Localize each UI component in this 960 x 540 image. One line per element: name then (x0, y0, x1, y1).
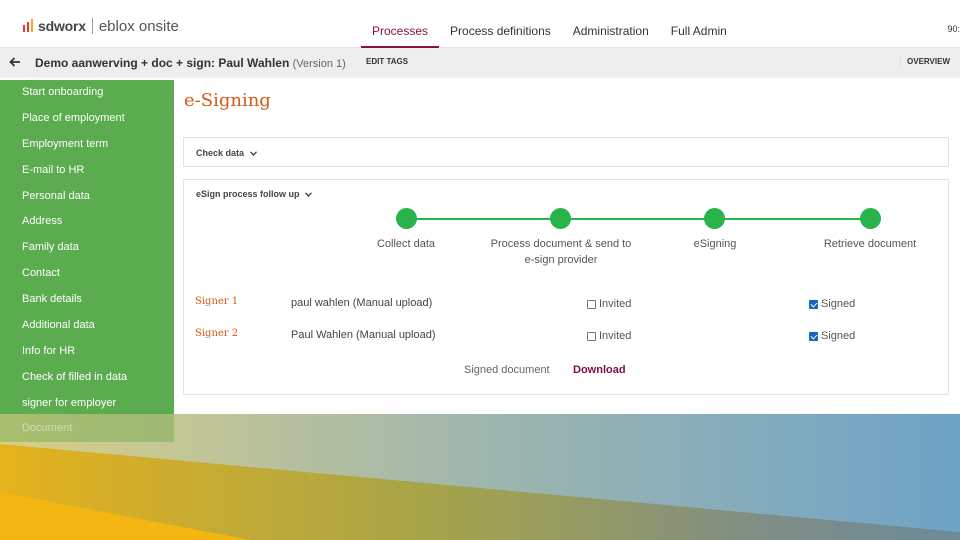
checkbox-box-checked[interactable] (809, 299, 818, 309)
signer-label: Signer 2 (195, 328, 239, 339)
sidebar-item-personal-data[interactable]: Personal data (0, 184, 174, 210)
checkbox-label: Invited (599, 298, 632, 310)
nav-processes[interactable]: Processes (361, 0, 440, 48)
signer-row: Signer 1 paul wahlen (Manual upload) Inv… (184, 294, 950, 314)
check-data-label: Check data (196, 148, 245, 158)
checkbox-box[interactable] (587, 299, 596, 309)
sidebar-item-document[interactable]: Document (0, 414, 174, 442)
overview-button[interactable]: OVERVIEW (900, 57, 960, 66)
step-label-line: Retrieve document (823, 238, 917, 250)
page-title: e-Signing (184, 90, 271, 111)
sidebar-item-additional-data[interactable]: Additional data (0, 313, 174, 339)
step-label-esigning: eSigning (655, 236, 775, 252)
step-label-line: e-sign provider (524, 254, 598, 266)
logo-mark-icon (23, 19, 33, 32)
checkbox-label: Invited (599, 330, 632, 342)
main-content: e-Signing Check data eSign process follo… (174, 80, 960, 414)
step-dot-esigning (704, 208, 725, 229)
checkbox-label: Signed (821, 298, 856, 310)
step-dot-retrieve-document (860, 208, 881, 229)
nav-full-admin[interactable]: Full Admin (660, 0, 738, 48)
sidebar-item-signer-for-employer[interactable]: signer for employer (0, 391, 174, 417)
check-data-section: Check data (183, 137, 949, 167)
esign-stepper: Collect data Process document & send to … (184, 180, 950, 280)
step-label-line: eSigning (693, 238, 737, 250)
sidebar-item-start-onboarding[interactable]: Start onboarding (0, 80, 174, 106)
product-name: eblox onsite (98, 17, 179, 35)
download-link[interactable]: Download (573, 364, 626, 376)
process-version: (Version 1) (292, 58, 346, 70)
checkbox-label: Signed (821, 330, 856, 342)
sidebar-item-place-of-employment[interactable]: Place of employment (0, 106, 174, 132)
sidebar-item-family-data[interactable]: Family data (0, 235, 174, 261)
step-label-collect-data: Collect data (346, 236, 466, 252)
back-arrow-icon[interactable] (8, 55, 22, 69)
checkbox-box-checked[interactable] (809, 331, 818, 341)
stepper-line (406, 218, 871, 220)
invited-checkbox[interactable]: Invited (587, 298, 631, 310)
step-dot-collect-data (396, 208, 417, 229)
signed-checkbox[interactable]: Signed (809, 298, 855, 310)
step-label-line: Process document & send to (490, 238, 632, 250)
app-logo[interactable]: sdworx eblox onsite (22, 16, 179, 36)
user-chip[interactable]: 90: (947, 24, 960, 34)
chevron-down-icon (249, 151, 257, 157)
sidebar-item-employment-term[interactable]: Employment term (0, 132, 174, 158)
signer-label: Signer 1 (195, 296, 239, 307)
checkbox-box[interactable] (587, 331, 596, 341)
check-data-toggle[interactable]: Check data (196, 148, 257, 158)
step-dot-process-document (550, 208, 571, 229)
signed-checkbox[interactable]: Signed (809, 330, 855, 342)
nav-administration[interactable]: Administration (562, 0, 660, 48)
process-name: Demo aanwerving + doc + sign: Paul Wahle… (35, 56, 290, 70)
sidebar-item-email-to-hr[interactable]: E-mail to HR (0, 158, 174, 184)
signer-name: paul wahlen (Manual upload) (291, 297, 433, 309)
step-label-line: Collect data (376, 238, 436, 250)
sidebar-item-info-for-hr[interactable]: Info for HR (0, 339, 174, 365)
logo-divider (91, 18, 93, 34)
esign-followup-section: eSign process follow up Collect data Pro… (183, 179, 949, 395)
brand-name: sdworx (38, 18, 86, 34)
top-bar: sdworx eblox onsite Processes Process de… (0, 0, 960, 48)
step-label-retrieve-document: Retrieve document (802, 236, 938, 252)
step-sidebar: Start onboarding Place of employment Emp… (0, 80, 174, 414)
sidebar-item-contact[interactable]: Contact (0, 261, 174, 287)
signed-document-label: Signed document (464, 364, 550, 376)
process-header: Demo aanwerving + doc + sign: Paul Wahle… (0, 48, 960, 78)
sidebar-item-bank-details[interactable]: Bank details (0, 287, 174, 313)
signer-row: Signer 2 Paul Wahlen (Manual upload) Inv… (184, 326, 950, 346)
step-label-process-document: Process document & send to e-sign provid… (480, 236, 642, 268)
sidebar-item-check-filled-data[interactable]: Check of filled in data (0, 365, 174, 391)
nav-process-definitions[interactable]: Process definitions (439, 0, 562, 48)
process-title: Demo aanwerving + doc + sign: Paul Wahle… (35, 56, 346, 70)
sidebar-item-address[interactable]: Address (0, 209, 174, 235)
signer-name: Paul Wahlen (Manual upload) (291, 329, 436, 341)
invited-checkbox[interactable]: Invited (587, 330, 631, 342)
edit-tags-button[interactable]: EDIT TAGS (360, 57, 414, 66)
main-nav: Processes Process definitions Administra… (361, 0, 738, 48)
